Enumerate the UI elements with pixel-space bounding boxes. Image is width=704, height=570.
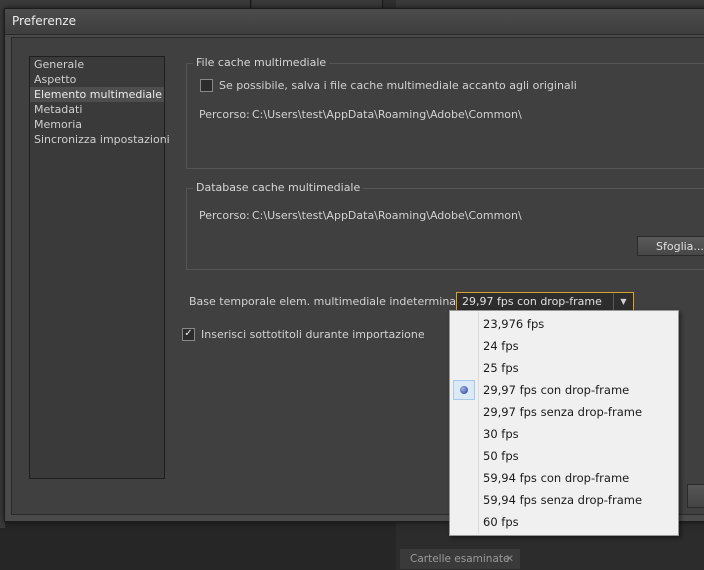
close-icon[interactable]: ✕ xyxy=(505,549,514,569)
preferences-nav-list: Generale Aspetto Elemento multimediale M… xyxy=(29,56,170,479)
save-beside-originals-option[interactable]: Se possibile, salva i file cache multime… xyxy=(200,79,577,92)
background-app-topbar xyxy=(0,0,704,8)
dialog-button[interactable] xyxy=(687,484,704,508)
timebase-option[interactable]: 24 fps xyxy=(451,335,677,357)
database-cache-group: Database cache multimediale Percorso: C:… xyxy=(186,181,704,270)
selected-indicator xyxy=(453,380,475,400)
chevron-down-icon[interactable]: ▼ xyxy=(613,293,633,311)
timebase-option[interactable]: 59,94 fps con drop-frame xyxy=(451,467,677,489)
radio-dot-icon xyxy=(460,386,468,394)
database-cache-group-title: Database cache multimediale xyxy=(193,181,364,194)
timebase-label: Base temporale elem. multimediale indete… xyxy=(189,295,471,308)
timebase-option[interactable]: 30 fps xyxy=(451,423,677,445)
import-captions-checkbox[interactable]: ✓ xyxy=(182,328,195,341)
nav-item-elemento-multimediale[interactable]: Elemento multimediale xyxy=(30,87,164,102)
save-beside-originals-label: Se possibile, salva i file cache multime… xyxy=(219,79,577,92)
file-cache-path-value: C:\Users\test\AppData\Roaming\Adobe\Comm… xyxy=(252,108,522,121)
timebase-select-value: 29,97 fps con drop-frame xyxy=(462,295,602,308)
nav-item-metadati[interactable]: Metadati xyxy=(30,102,164,117)
timebase-dropdown-list: 23,976 fps 24 fps 25 fps 29,97 fps con d… xyxy=(449,310,679,536)
browse-button[interactable]: Sfoglia... xyxy=(637,236,704,256)
dialog-title: Preferenze xyxy=(12,14,77,28)
background-panel-tab[interactable]: Cartelle esaminate ✕ xyxy=(400,549,520,569)
browse-button-label: Sfoglia... xyxy=(656,240,704,253)
timebase-option[interactable]: 23,976 fps xyxy=(451,313,677,335)
timebase-option[interactable]: 25 fps xyxy=(451,357,677,379)
nav-item-aspetto[interactable]: Aspetto xyxy=(30,72,164,87)
database-cache-path-value: C:\Users\test\AppData\Roaming\Adobe\Comm… xyxy=(252,209,522,222)
timebase-select[interactable]: 29,97 fps con drop-frame ▼ xyxy=(456,292,634,312)
save-beside-originals-checkbox[interactable] xyxy=(200,79,213,92)
database-cache-path-label: Percorso: xyxy=(199,209,250,222)
timebase-option[interactable]: 29,97 fps senza drop-frame xyxy=(451,401,677,423)
timebase-option-label: 29,97 fps con drop-frame xyxy=(483,383,630,397)
timebase-option[interactable]: 60 fps xyxy=(451,511,677,533)
nav-item-memoria[interactable]: Memoria xyxy=(30,117,164,132)
nav-item-generale[interactable]: Generale xyxy=(30,57,164,72)
timebase-option[interactable]: 50 fps xyxy=(451,445,677,467)
nav-item-sincronizza-impostazioni[interactable]: Sincronizza impostazioni xyxy=(30,132,170,147)
file-cache-group: File cache multimediale Se possibile, sa… xyxy=(186,56,704,169)
panel-tab-label: Cartelle esaminate xyxy=(410,553,510,565)
file-cache-group-title: File cache multimediale xyxy=(193,56,330,69)
dialog-titlebar[interactable]: Preferenze xyxy=(5,9,704,35)
timebase-option[interactable]: 59,94 fps senza drop-frame xyxy=(451,489,677,511)
import-captions-label: Inserisci sottotitoli durante importazio… xyxy=(201,328,425,341)
import-captions-option[interactable]: ✓ Inserisci sottotitoli durante importaz… xyxy=(182,328,425,341)
file-cache-path-label: Percorso: xyxy=(199,108,250,121)
timebase-option-selected[interactable]: 29,97 fps con drop-frame xyxy=(451,379,677,401)
